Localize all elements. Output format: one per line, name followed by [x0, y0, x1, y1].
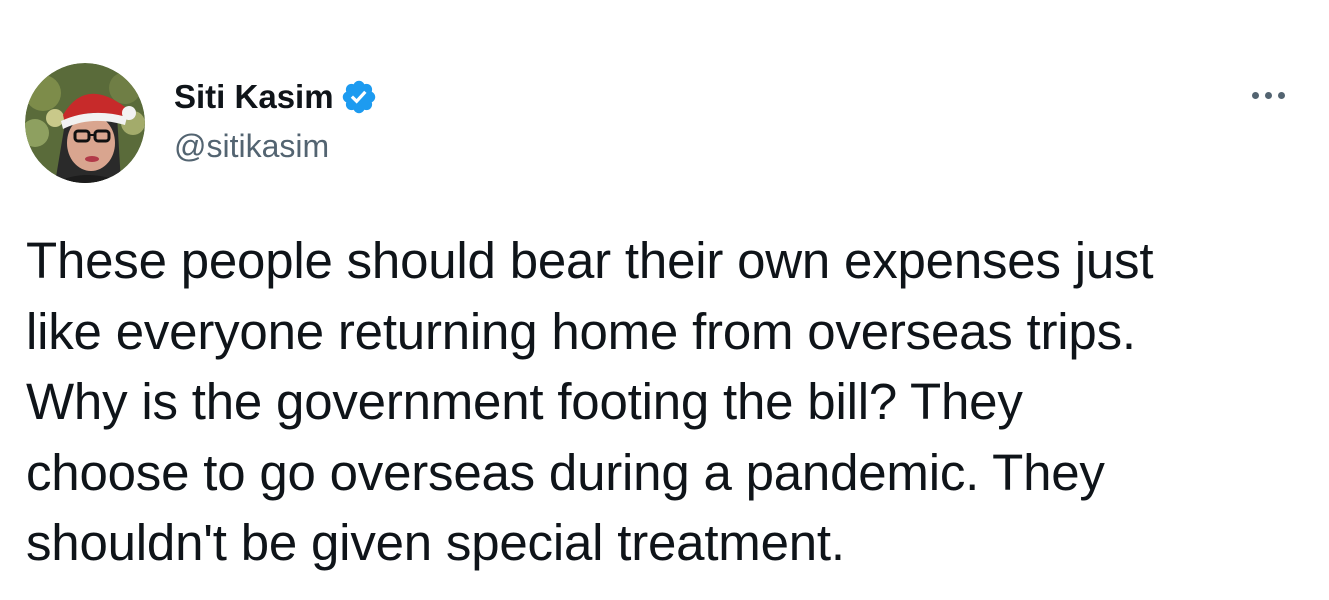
more-options-icon-dot	[1264, 91, 1272, 99]
author-display-name[interactable]: Siti Kasim	[174, 76, 334, 118]
verified-badge-icon	[340, 78, 378, 116]
more-options-icon-dot	[1277, 91, 1285, 99]
more-options-icon	[1251, 91, 1259, 99]
author-name-row: Siti Kasim	[174, 76, 378, 118]
author-handle[interactable]: @sitikasim	[174, 126, 329, 166]
avatar-photo-icon	[25, 63, 145, 183]
tweet-text: These people should bear their own expen…	[26, 232, 1154, 571]
more-options-button[interactable]	[1240, 80, 1296, 110]
tweet-card: Siti Kasim @sitikasim These people shoul…	[0, 0, 1329, 600]
author-avatar[interactable]	[25, 63, 145, 183]
